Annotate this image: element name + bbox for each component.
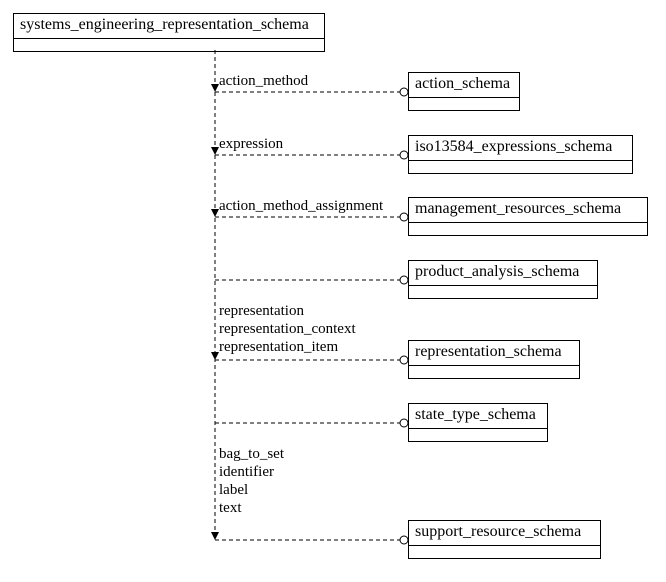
schema-title-action: action_schema <box>409 73 519 98</box>
schema-title-statetype: state_type_schema <box>409 404 547 429</box>
edge-label-support: bag_to_set identifier label text <box>219 445 284 517</box>
edge-label-action: action_method <box>219 72 308 90</box>
schema-box-product: product_analysis_schema <box>408 260 598 299</box>
schema-title-mgmt: management_resources_schema <box>409 198 647 223</box>
edge-label-iso: expression <box>219 135 283 153</box>
schema-box-support: support_resource_schema <box>408 520 601 559</box>
edge-label-repr: representation representation_context re… <box>219 302 356 356</box>
schema-title-iso: iso13584_expressions_schema <box>409 136 632 161</box>
schema-body-source <box>14 39 324 51</box>
schema-box-iso: iso13584_expressions_schema <box>408 135 633 174</box>
schema-box-action: action_schema <box>408 72 520 111</box>
schema-title-repr: representation_schema <box>409 341 579 366</box>
schema-box-repr: representation_schema <box>408 340 580 379</box>
schema-title-source: systems_engineering_representation_schem… <box>14 14 324 39</box>
schema-box-mgmt: management_resources_schema <box>408 197 648 236</box>
diagram-canvas: systems_engineering_representation_schem… <box>0 0 666 582</box>
schema-title-support: support_resource_schema <box>409 521 600 546</box>
edge-label-mgmt: action_method_assignment <box>219 197 383 215</box>
schema-box-statetype: state_type_schema <box>408 403 548 442</box>
schema-title-product: product_analysis_schema <box>409 261 597 286</box>
schema-box-source: systems_engineering_representation_schem… <box>13 13 325 52</box>
